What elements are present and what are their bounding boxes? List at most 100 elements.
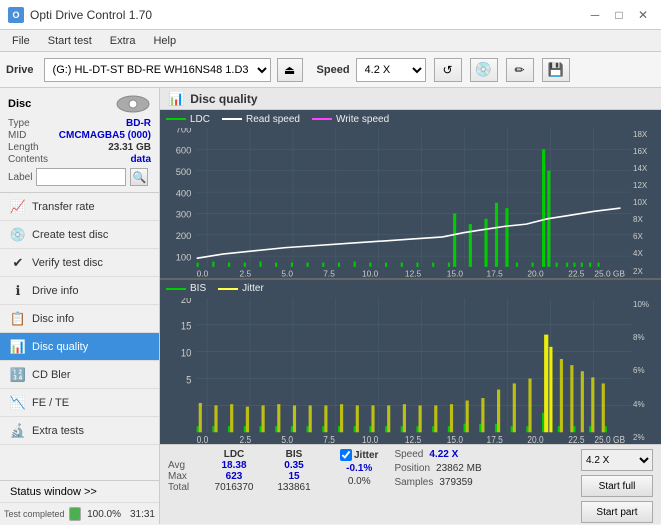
status-window-button[interactable]: Status window >> [0, 481, 159, 503]
svg-text:600: 600 [176, 146, 192, 157]
speed-stat-label: Speed [394, 449, 423, 460]
nav-list: 📈 Transfer rate 💿 Create test disc ✔ Ver… [0, 193, 159, 480]
sidebar-item-extra-tests[interactable]: 🔬 Extra tests [0, 417, 159, 445]
max-label: Max [168, 471, 204, 482]
sidebar-item-disc-quality[interactable]: 📊 Disc quality [0, 333, 159, 361]
length-value: 23.31 GB [108, 142, 151, 153]
sidebar-item-transfer-rate[interactable]: 📈 Transfer rate [0, 193, 159, 221]
edit-icon-button[interactable]: ✏ [506, 58, 534, 82]
sidebar-item-cd-bler[interactable]: 🔢 CD Bler [0, 361, 159, 389]
legend-bis-color [166, 288, 186, 290]
disc-label-input[interactable] [36, 168, 126, 186]
svg-text:400: 400 [176, 188, 192, 199]
refresh-button[interactable]: ↺ [434, 58, 462, 82]
disc-icon [115, 94, 151, 114]
svg-text:10.0: 10.0 [362, 268, 379, 277]
minimize-button[interactable]: ─ [585, 5, 605, 25]
sidebar-item-create-test-disc[interactable]: 💿 Create test disc [0, 221, 159, 249]
drive-label: Drive [6, 64, 34, 76]
progress-bar [69, 507, 81, 521]
max-jitter: 0.0% [340, 476, 378, 487]
save-button[interactable]: 💾 [542, 58, 570, 82]
cd-bler-icon: 🔢 [10, 367, 26, 383]
verify-test-disc-icon: ✔ [10, 255, 26, 271]
menu-file[interactable]: File [4, 33, 38, 49]
charts-area: LDC Read speed Write speed [160, 110, 661, 444]
type-value: BD-R [126, 118, 151, 129]
type-label: Type [8, 118, 30, 129]
speed-select-stats[interactable]: 4.2 X [581, 449, 653, 471]
legend-write-speed-color [312, 118, 332, 120]
status-window-label: Status window >> [10, 486, 97, 498]
legend-read-speed: Read speed [222, 114, 300, 125]
app-title: Opti Drive Control 1.70 [30, 8, 152, 22]
time-text: 31:31 [125, 509, 155, 520]
disc-label-label: Label [8, 172, 32, 183]
svg-text:15.0: 15.0 [447, 434, 463, 444]
speed-position-section: Speed 4.22 X Position 23862 MB Samples 3… [394, 449, 481, 488]
maximize-button[interactable]: □ [609, 5, 629, 25]
drive-info-icon: ℹ [10, 283, 26, 299]
chart1-legend: LDC Read speed Write speed [160, 110, 661, 128]
disc-info-panel: Disc Type BD-R MID CMCMAGBA5 (000) Lengt… [0, 88, 159, 193]
content-area: 📊 Disc quality LDC Read speed [160, 88, 661, 524]
stats-table: LDC BIS Avg 18.38 0.35 Max 623 15 Tota [168, 449, 324, 493]
legend-ldc-label: LDC [190, 114, 210, 125]
bis-header: BIS [264, 449, 324, 460]
svg-text:20.0: 20.0 [527, 434, 543, 444]
label-search-button[interactable]: 🔍 [130, 168, 148, 186]
legend-ldc-color [166, 118, 186, 120]
svg-text:12.5: 12.5 [405, 434, 421, 444]
progress-container: Test completed 100.0% 31:31 [0, 503, 159, 525]
samples-label: Samples [394, 477, 433, 488]
start-full-button[interactable]: Start full [581, 475, 653, 497]
svg-text:0.0: 0.0 [197, 434, 209, 444]
sidebar-item-verify-test-disc[interactable]: ✔ Verify test disc [0, 249, 159, 277]
sidebar-item-disc-info[interactable]: 📋 Disc info [0, 305, 159, 333]
speed-label: Speed [317, 64, 350, 76]
titlebar-controls: ─ □ ✕ [585, 5, 653, 25]
chart2-right-axis: 10% 8% 6% 4% 2% [631, 298, 661, 444]
legend-write-speed-label: Write speed [336, 114, 389, 125]
menu-extra[interactable]: Extra [102, 33, 144, 49]
sidebar-item-drive-info[interactable]: ℹ Drive info [0, 277, 159, 305]
svg-text:2.5: 2.5 [240, 268, 252, 277]
total-bis: 133861 [264, 482, 324, 493]
menu-help[interactable]: Help [145, 33, 184, 49]
legend-ldc: LDC [166, 114, 210, 125]
main-area: Disc Type BD-R MID CMCMAGBA5 (000) Lengt… [0, 88, 661, 524]
fe-te-icon: 📉 [10, 395, 26, 411]
length-label: Length [8, 142, 39, 153]
action-section: 4.2 X Start full Start part [581, 449, 653, 523]
svg-text:7.5: 7.5 [323, 268, 335, 277]
start-part-button[interactable]: Start part [581, 501, 653, 523]
disc-quality-icon: 📊 [10, 339, 26, 355]
speed-select[interactable]: 4.2 X [356, 58, 426, 82]
svg-text:700: 700 [176, 128, 192, 135]
legend-bis-label: BIS [190, 283, 206, 294]
svg-text:12.5: 12.5 [405, 268, 422, 277]
eject-button[interactable]: ⏏ [277, 58, 303, 82]
drive-select[interactable]: (G:) HL-DT-ST BD-RE WH16NS48 1.D3 [44, 58, 271, 82]
progress-bar-fill [70, 508, 80, 520]
avg-ldc: 18.38 [204, 460, 264, 471]
jitter-checkbox[interactable] [340, 449, 352, 461]
jitter-label: Jitter [354, 450, 378, 461]
close-button[interactable]: ✕ [633, 5, 653, 25]
svg-text:17.5: 17.5 [487, 268, 504, 277]
menu-start-test[interactable]: Start test [40, 33, 100, 49]
svg-text:25.0 GB: 25.0 GB [594, 268, 625, 277]
app-icon: O [8, 7, 24, 23]
ldc-header: LDC [204, 449, 264, 460]
svg-text:20: 20 [181, 298, 192, 306]
chart2-svg: 20 15 10 5 [160, 298, 631, 444]
svg-text:7.5: 7.5 [323, 434, 335, 444]
jitter-header-row: Jitter [340, 449, 378, 461]
sidebar-item-fe-te[interactable]: 📉 FE / TE [0, 389, 159, 417]
position-value: 23862 MB [436, 463, 482, 474]
disc-icon-button[interactable]: 💿 [470, 58, 498, 82]
svg-text:10.0: 10.0 [362, 434, 378, 444]
avg-bis: 0.35 [264, 460, 324, 471]
transfer-rate-icon: 📈 [10, 199, 26, 215]
disc-section-title: Disc [8, 98, 31, 110]
